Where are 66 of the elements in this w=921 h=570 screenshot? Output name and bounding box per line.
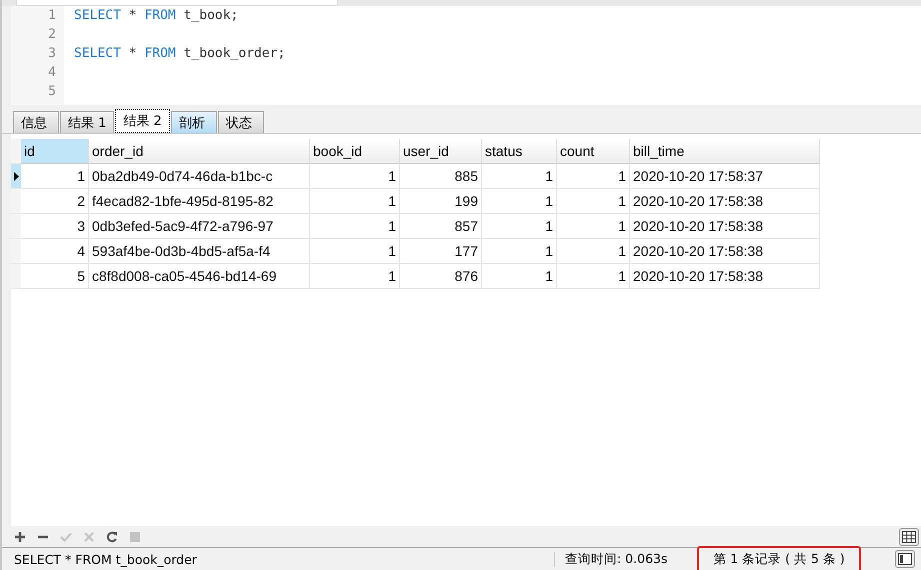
code-line: SELECT * FROM t_book_order; [74, 46, 286, 61]
grid-view-icon[interactable] [899, 528, 919, 546]
row-marker[interactable] [11, 264, 21, 289]
table-cell: 1 [557, 214, 630, 239]
table-cell: 1 [557, 264, 630, 289]
table-cell: 5 [21, 264, 89, 289]
status-sql: SELECT * FROM t_book_order [2, 552, 555, 566]
table-cell: 0ba2db49-0d74-46da-b1bc-c [89, 164, 310, 189]
table-cell: 1 [310, 264, 400, 289]
column-header[interactable]: book_id [310, 139, 400, 164]
row-marker[interactable] [11, 214, 21, 239]
result-tab[interactable]: 结果 1 [60, 111, 114, 133]
table-cell: 1 [557, 239, 630, 264]
table-cell: 1 [310, 239, 400, 264]
line-number: 5 [47, 83, 56, 101]
table-cell: 1 [482, 164, 557, 189]
table-cell: 1 [310, 189, 400, 214]
result-tab[interactable]: 结果 2 [115, 109, 170, 133]
result-tab[interactable]: 状态 [218, 111, 264, 133]
column-header[interactable]: count [557, 139, 630, 164]
table-cell: 885 [400, 164, 482, 189]
table-cell: 1 [482, 189, 557, 214]
line-number: 4 [47, 64, 56, 82]
line-number: 2 [47, 26, 56, 44]
table-cell: f4ecad82-1bfe-495d-8195-82 [89, 189, 310, 214]
line-number: 3 [47, 45, 56, 63]
query-time: 查询时间: 0.063s [564, 550, 668, 568]
table-cell: 876 [400, 264, 482, 289]
table-cell: 1 [482, 214, 557, 239]
table-cell: 2020-10-20 17:58:37 [630, 164, 820, 189]
row-marker[interactable] [11, 239, 21, 264]
current-row-icon [14, 172, 18, 180]
table-cell: 2020-10-20 17:58:38 [630, 214, 820, 239]
row-marker[interactable] [11, 164, 21, 189]
table-cell: 1 [482, 264, 557, 289]
table-cell: 593af4be-0d3b-4bd5-af5a-f4 [89, 239, 310, 264]
column-header[interactable]: bill_time [630, 139, 820, 164]
column-header[interactable]: order_id [89, 139, 310, 164]
table-cell: 2 [21, 189, 89, 214]
table-cell: 1 [557, 189, 630, 214]
result-tab[interactable]: 剖析 [170, 111, 217, 133]
table-cell: 857 [400, 214, 482, 239]
form-view-icon[interactable] [895, 550, 915, 568]
table-cell: 1 [310, 164, 400, 189]
table-cell: 4 [21, 239, 89, 264]
table-cell: 1 [21, 164, 89, 189]
table-cell: 2020-10-20 17:58:38 [630, 239, 820, 264]
line-number: 1 [47, 7, 56, 25]
code-line: SELECT * FROM t_book; [74, 8, 238, 23]
table-cell: c8f8d008-ca05-4546-bd14-69 [89, 264, 310, 289]
table-cell: 199 [400, 189, 482, 214]
record-count: 第 1 条记录 ( 共 5 条 ) [697, 546, 861, 570]
row-marker[interactable] [11, 189, 21, 214]
column-header[interactable]: user_id [400, 139, 482, 164]
sql-editor[interactable]: 1 2 3 4 5 SELECT * FROM t_book; SELECT * FROM t_book_order; [11, 6, 921, 105]
result-tab[interactable]: 信息 [13, 111, 59, 133]
table-cell: 1 [557, 164, 630, 189]
column-header[interactable]: id [21, 139, 89, 164]
table-cell: 2020-10-20 17:58:38 [630, 189, 820, 214]
table-cell: 1 [482, 239, 557, 264]
table-cell: 2020-10-20 17:58:38 [630, 264, 820, 289]
column-header[interactable]: status [482, 139, 557, 164]
table-cell: 0db3efed-5ac9-4f72-a796-97 [89, 214, 310, 239]
table-cell: 1 [310, 214, 400, 239]
table-cell: 177 [400, 239, 482, 264]
table-cell: 3 [21, 214, 89, 239]
